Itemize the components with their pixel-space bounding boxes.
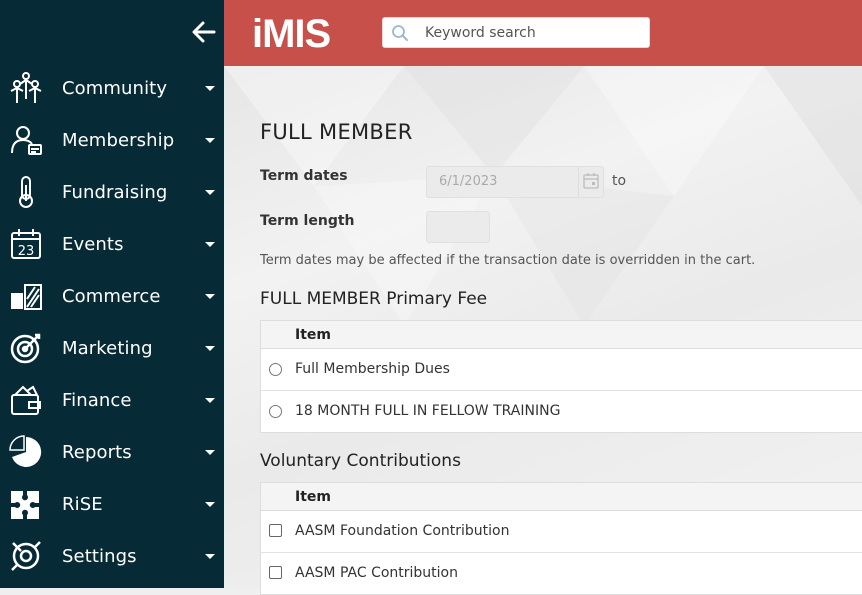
column-header-item: Item [295,489,331,505]
sidebar-item-label: Reports [62,441,132,463]
search-icon [392,25,408,41]
chevron-down-icon [205,86,215,91]
voluntary-contributions-table: Item AASM Foundation Contribution AASM P… [260,482,862,595]
calendar-icon [583,173,599,189]
term-start-date-field[interactable] [426,166,604,198]
sidebar-item-label: RiSE [62,493,103,515]
sidebar-item-rise[interactable]: RiSE [0,478,224,530]
term-dates-label: Term dates [260,168,348,184]
sidebar-item-fundraising[interactable]: Fundraising [0,166,224,218]
table-header: Item [261,321,862,349]
sidebar-item-label: Community [62,77,168,99]
sidebar: Community Membership Fundraising 23 Even… [0,0,224,588]
chevron-down-icon [205,502,215,507]
chevron-down-icon [205,242,215,247]
sidebar-item-commerce[interactable]: Commerce [0,270,224,322]
contribution-item-label: AASM PAC Contribution [295,565,458,581]
target-icon [8,330,44,366]
chevron-down-icon [205,346,215,351]
contribution-checkbox[interactable] [269,566,282,579]
term-dates-note: Term dates may be affected if the transa… [260,253,756,268]
chevron-down-icon [205,294,215,299]
sidebar-item-events[interactable]: 23 Events [0,218,224,270]
table-row[interactable]: AASM Foundation Contribution [261,511,862,553]
sidebar-item-marketing[interactable]: Marketing [0,322,224,374]
sidebar-item-label: Finance [62,389,132,411]
primary-fee-heading: FULL MEMBER Primary Fee [260,289,488,309]
chevron-down-icon [205,554,215,559]
sidebar-item-label: Commerce [62,285,161,307]
sidebar-item-reports[interactable]: Reports [0,426,224,478]
table-row[interactable]: Full Membership Dues [261,349,862,391]
logo-text: iMIS [252,12,331,52]
sidebar-item-label: Events [62,233,124,255]
voluntary-contributions-heading: Voluntary Contributions [260,451,461,471]
keyword-search[interactable] [382,17,650,48]
contribution-item-label: AASM Foundation Contribution [295,523,510,539]
wallet-icon [8,382,44,418]
sidebar-item-label: Marketing [62,337,153,359]
fee-item-label: Full Membership Dues [295,361,450,377]
membership-icon [8,122,44,158]
community-icon [8,70,44,106]
page-title: FULL MEMBER [260,120,413,144]
imis-logo[interactable]: iMIS [252,12,364,52]
chevron-down-icon [205,450,215,455]
fee-radio[interactable] [269,363,282,376]
contribution-checkbox[interactable] [269,524,282,537]
column-header-item: Item [295,327,331,343]
fee-item-label: 18 MONTH FULL IN FELLOW TRAINING [295,403,561,419]
fundraising-icon [8,174,44,210]
calendar-picker-button[interactable] [578,167,603,197]
commerce-icon [8,278,44,314]
puzzle-icon [8,486,44,522]
sidebar-item-finance[interactable]: Finance [0,374,224,426]
table-row[interactable]: 18 MONTH FULL IN FELLOW TRAINING [261,391,862,432]
chevron-down-icon [205,190,215,195]
sidebar-item-membership[interactable]: Membership [0,114,224,166]
svg-text:23: 23 [18,244,35,259]
settings-icon [8,538,44,574]
table-header: Item [261,483,862,511]
chevron-down-icon [205,398,215,403]
calendar-icon: 23 [8,226,44,262]
search-input[interactable] [423,21,647,45]
fee-radio[interactable] [269,405,282,418]
term-length-label: Term length [260,213,355,229]
to-label: to [612,173,627,189]
pie-chart-icon [8,434,44,470]
term-length-field[interactable] [426,211,490,243]
sidebar-item-settings[interactable]: Settings [0,530,224,582]
sidebar-item-community[interactable]: Community [0,62,224,114]
term-start-date-input[interactable] [437,173,571,190]
back-arrow-icon[interactable] [190,18,218,46]
sidebar-item-label: Membership [62,129,175,151]
primary-fee-table: Item Full Membership Dues 18 MONTH FULL … [260,320,862,433]
sidebar-item-label: Settings [62,545,137,567]
sidebar-item-label: Fundraising [62,181,168,203]
chevron-down-icon [205,138,215,143]
